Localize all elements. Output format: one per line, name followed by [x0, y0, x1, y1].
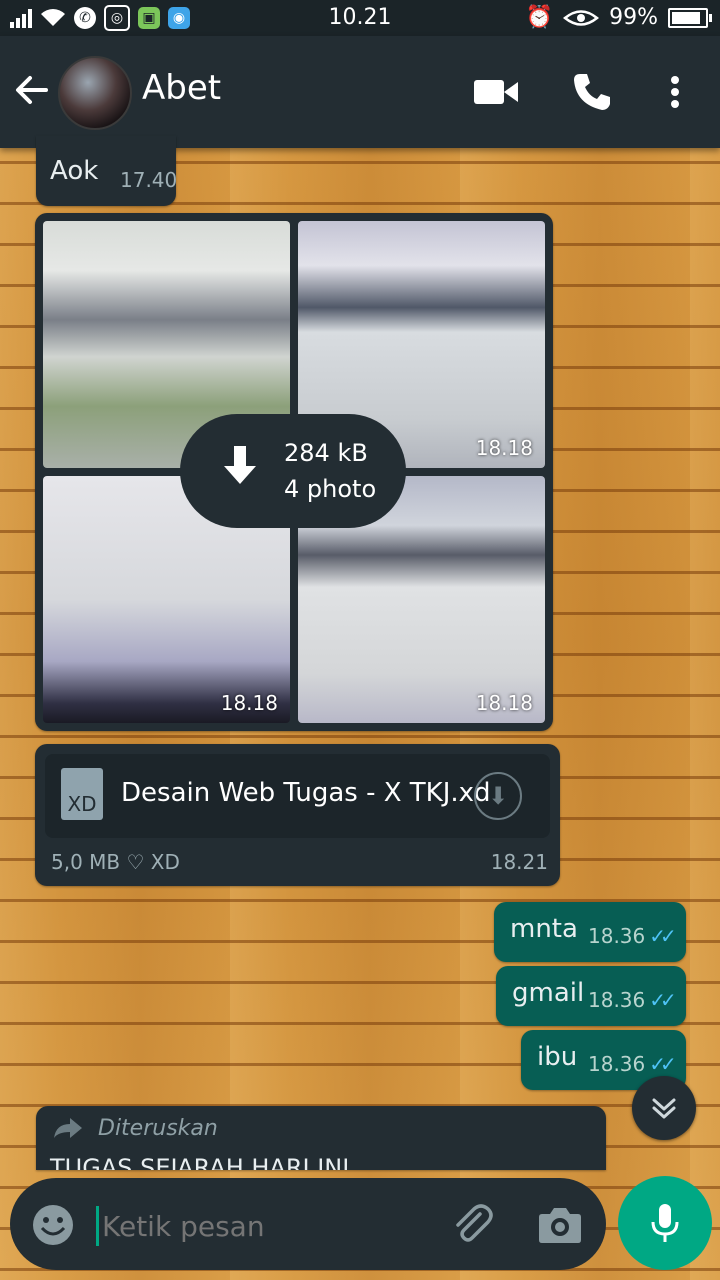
- eye-comfort-icon: [563, 9, 600, 26]
- message-text: Aok: [50, 156, 99, 186]
- message-time: 18.36: [588, 924, 646, 948]
- text-cursor: [96, 1206, 99, 1246]
- message-time: 18.36: [588, 1052, 646, 1076]
- album-count: 4 photo: [284, 475, 377, 503]
- emoji-icon[interactable]: [32, 1204, 74, 1246]
- file-attachment[interactable]: XD Desain Web Tugas - X TKJ.xd ⬇: [45, 754, 550, 838]
- battery-icon: [668, 7, 712, 28]
- album-size: 284 kB: [284, 439, 368, 467]
- message-time: 18.21: [490, 850, 548, 874]
- microphone-icon: [651, 1204, 679, 1242]
- message-time: 18.36: [588, 988, 646, 1012]
- voice-message-button[interactable]: [618, 1176, 712, 1270]
- chat-header: Abet: [0, 36, 720, 148]
- avatar[interactable]: [58, 56, 132, 130]
- read-ticks-icon: ✓✓: [649, 924, 676, 948]
- message-time: 17.40: [120, 168, 178, 192]
- message-bubble-outgoing[interactable]: mnta 18.36 ✓✓: [494, 902, 686, 962]
- more-options-icon[interactable]: [668, 72, 682, 112]
- message-input[interactable]: [100, 1202, 434, 1250]
- album-download-button[interactable]: 284 kB 4 photo: [180, 414, 406, 528]
- read-ticks-icon: ✓✓: [649, 988, 676, 1012]
- message-bubble-outgoing[interactable]: gmail 18.36 ✓✓: [496, 966, 686, 1026]
- voice-call-icon[interactable]: [572, 72, 612, 112]
- message-text: TUGAS SEJARAH HARI INI: [50, 1154, 350, 1170]
- forward-icon: [54, 1118, 82, 1138]
- forwarded-label: Diteruskan: [98, 1116, 218, 1141]
- message-text: mnta: [510, 914, 578, 944]
- alarm-icon: ⏰: [525, 5, 554, 30]
- file-message-bubble[interactable]: XD Desain Web Tugas - X TKJ.xd ⬇ 5,0 MB …: [35, 744, 560, 886]
- photo-time: 18.18: [475, 691, 533, 715]
- message-bubble-incoming[interactable]: Aok 17.40: [36, 136, 178, 206]
- message-composer: [10, 1178, 606, 1270]
- photo-time: 18.18: [475, 436, 533, 460]
- message-text: gmail: [512, 978, 585, 1008]
- status-bar: ✆ ◎ ▣ ◉ 10.21 ⏰ 99%: [0, 0, 720, 36]
- document-icon: XD: [61, 768, 103, 820]
- video-call-icon[interactable]: [474, 72, 518, 112]
- back-arrow-icon[interactable]: [14, 72, 50, 112]
- read-ticks-icon: ✓✓: [649, 1052, 676, 1076]
- forwarded-message-bubble[interactable]: Diteruskan TUGAS SEJARAH HARI INI: [36, 1106, 606, 1170]
- file-name: Desain Web Tugas - X TKJ.xd: [121, 778, 491, 808]
- download-icon[interactable]: ⬇: [474, 772, 522, 820]
- file-meta: 5,0 MB ♡ XD: [51, 850, 180, 874]
- photo-time: 18.18: [220, 691, 278, 715]
- contact-name[interactable]: Abet: [142, 68, 221, 108]
- message-text: ibu: [537, 1042, 578, 1072]
- camera-icon[interactable]: [538, 1204, 582, 1244]
- double-chevron-down-icon: [652, 1098, 676, 1119]
- scroll-to-bottom-button[interactable]: [632, 1076, 696, 1140]
- attach-icon[interactable]: [450, 1202, 494, 1246]
- download-icon: [210, 446, 270, 496]
- battery-percent: 99%: [609, 5, 658, 30]
